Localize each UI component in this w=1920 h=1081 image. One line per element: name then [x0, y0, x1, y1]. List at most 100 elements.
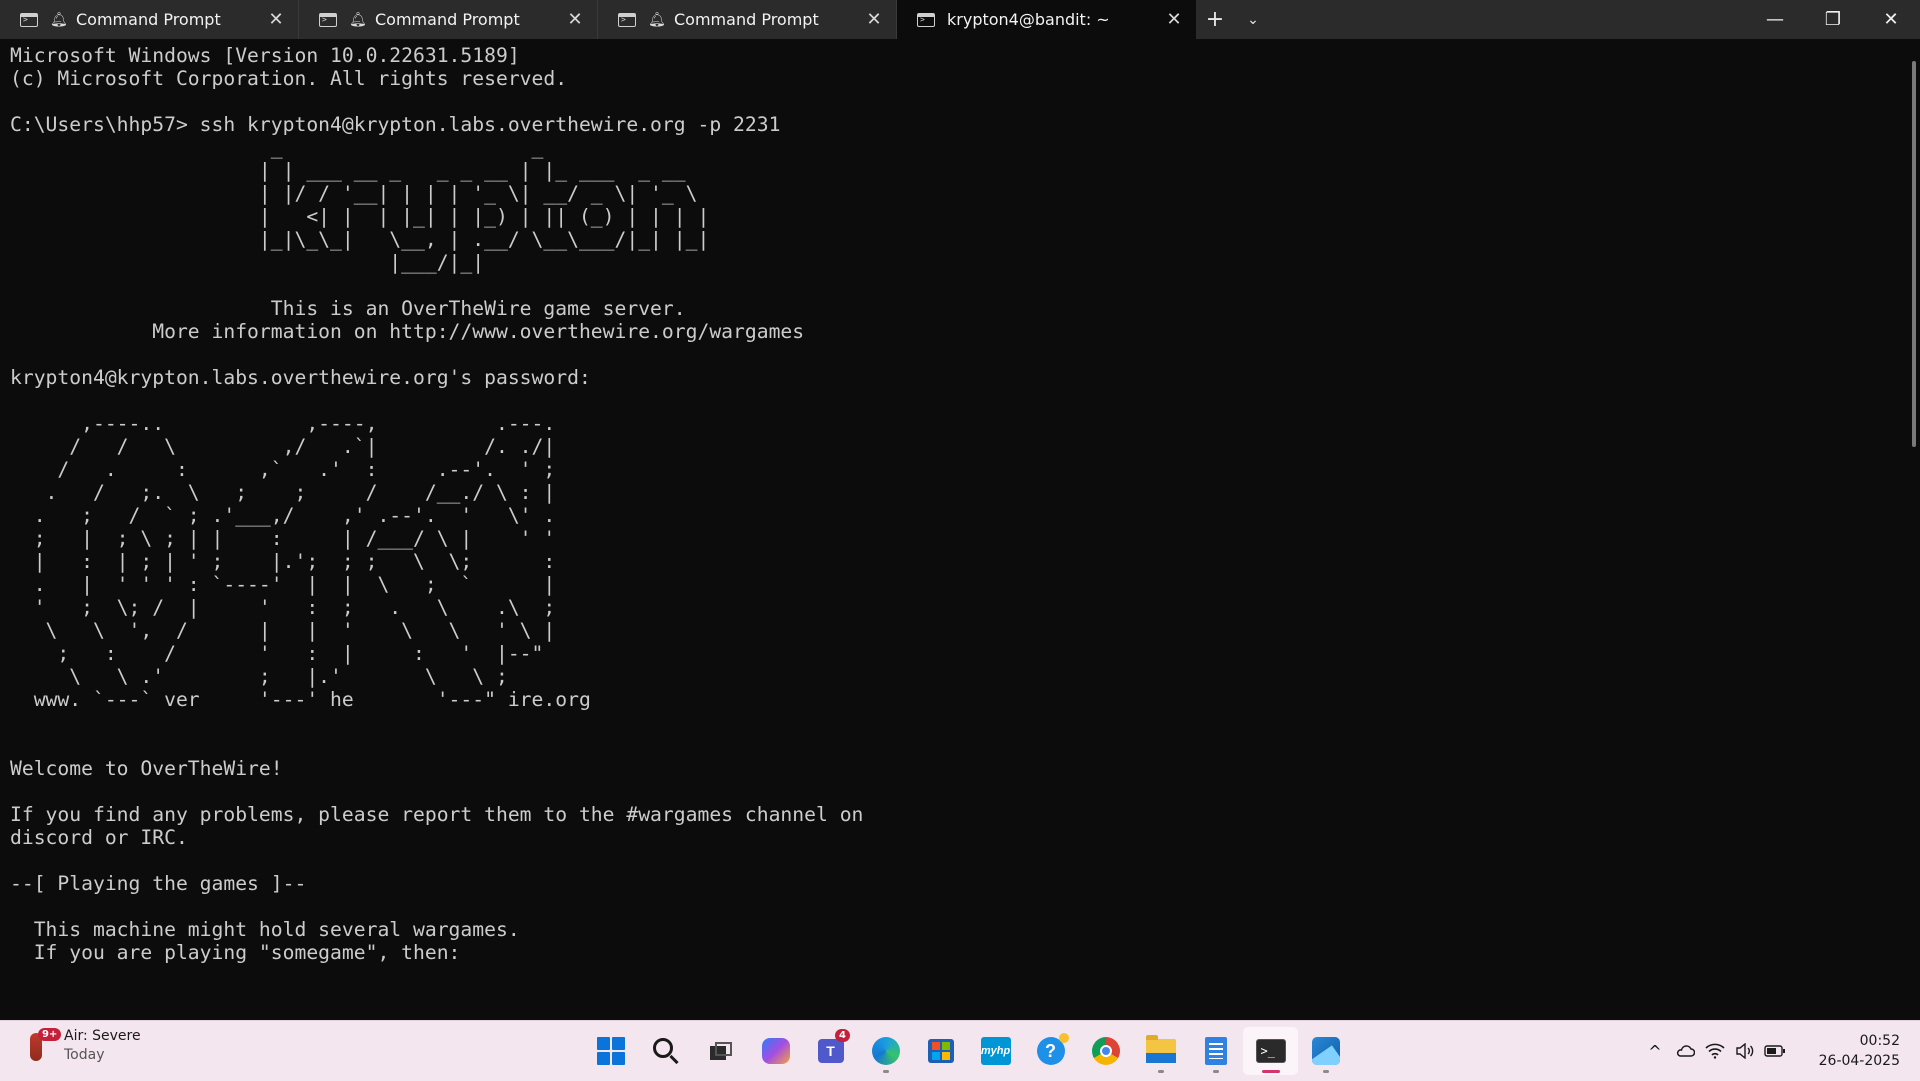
myhp-icon: myhp	[980, 1037, 1011, 1065]
minimize-button[interactable]: —	[1746, 0, 1804, 39]
maximize-button[interactable]: ❐	[1804, 0, 1862, 39]
taskbar-apps: T 4 myhp ? >_	[583, 1027, 1353, 1075]
file-explorer-button[interactable]	[1133, 1027, 1188, 1075]
running-indicator	[1212, 1070, 1219, 1073]
terminal-line: / . : ,` .' : .--'. ' ;	[10, 458, 556, 481]
get-help-button[interactable]: ?	[1023, 1027, 1078, 1075]
terminal-line: www. `---` ver '---' he '---" ire.org	[10, 688, 591, 711]
chrome-icon	[1091, 1037, 1120, 1065]
tab-command-prompt-1[interactable]: 🔔︎ Command Prompt ✕	[0, 0, 299, 39]
onedrive-icon[interactable]	[1670, 1031, 1700, 1071]
terminal-tab-icon	[20, 12, 38, 27]
help-icon: ?	[1036, 1033, 1069, 1065]
terminal-line: |___/|_|	[10, 251, 485, 274]
window-controls: — ❐ ✕	[1746, 0, 1920, 39]
terminal-line: ; : / ' : | : ' |--"	[10, 642, 544, 665]
clock-time: 00:52	[1859, 1033, 1900, 1049]
task-view-icon	[709, 1042, 732, 1060]
windows-icon	[596, 1037, 625, 1065]
terminal-line: C:\Users\hhp57> ssh krypton4@krypton.lab…	[10, 113, 781, 136]
terminal-tab-icon	[618, 12, 636, 27]
terminal-line: This machine might hold several wargames…	[10, 918, 520, 941]
myhp-button[interactable]: myhp	[968, 1027, 1023, 1075]
chevron-up-icon[interactable]: ^	[1640, 1031, 1670, 1071]
battery-icon[interactable]	[1760, 1031, 1790, 1071]
photos-button[interactable]	[1298, 1027, 1353, 1075]
teams-button[interactable]: T 4	[803, 1027, 858, 1075]
photos-icon	[1311, 1037, 1340, 1065]
scrollbar-thumb[interactable]	[1912, 61, 1916, 447]
copilot-icon	[761, 1038, 790, 1064]
task-view-button[interactable]	[693, 1027, 748, 1075]
chrome-button[interactable]	[1078, 1027, 1133, 1075]
close-tab-icon[interactable]: ✕	[563, 9, 587, 30]
terminal-line: discord or IRC.	[10, 826, 188, 849]
terminal-line: \ \ .' ; |.' \ \ ;	[10, 665, 508, 688]
notepad-button[interactable]	[1188, 1027, 1243, 1075]
terminal-line: Welcome to OverTheWire!	[10, 757, 283, 780]
tab-command-prompt-3[interactable]: 🔔︎ Command Prompt ✕	[598, 0, 897, 39]
weather-badge: 9+	[38, 1028, 62, 1041]
title-bar: 🔔︎ Command Prompt ✕ 🔔︎ Command Prompt ✕ …	[0, 0, 1920, 39]
tab-label: Command Prompt	[375, 10, 520, 29]
folder-icon	[1145, 1035, 1176, 1063]
close-tab-icon[interactable]: ✕	[1162, 9, 1186, 30]
active-indicator	[1261, 1070, 1280, 1073]
terminal-line: ' ; \; / | ' : ; . \ .\ ;	[10, 596, 556, 619]
terminal-line: | |/ / '__| | | | '_ \| __/ _ \| '_ \	[10, 182, 698, 205]
running-indicator	[882, 1070, 889, 1073]
terminal-line: If you find any problems, please report …	[10, 803, 864, 826]
terminal-output[interactable]: Microsoft Windows [Version 10.0.22631.51…	[10, 44, 1900, 1020]
bell-icon: 🔔︎	[349, 11, 367, 28]
new-tab-button[interactable]: +	[1196, 0, 1234, 39]
tab-krypton-ssh[interactable]: krypton4@bandit: ~ ✕	[897, 0, 1196, 39]
terminal-line: (c) Microsoft Corporation. All rights re…	[10, 67, 568, 90]
start-button[interactable]	[583, 1027, 638, 1075]
copilot-button[interactable]	[748, 1027, 803, 1075]
edge-button[interactable]	[858, 1027, 913, 1075]
clock[interactable]: 00:52 26-04-2025	[1790, 1031, 1920, 1071]
terminal-line: | : | ; | ' ; |.'; ; ; \ \; :	[10, 550, 556, 573]
terminal-scrollbar[interactable]	[1906, 39, 1920, 1020]
terminal-line: |_|\_\_| \__, | .__/ \__\___/|_| |_|	[10, 228, 710, 251]
terminal-line: Microsoft Windows [Version 10.0.22631.51…	[10, 44, 520, 67]
store-icon	[927, 1039, 954, 1063]
weather-widget[interactable]: 9+ Air: Severe Today	[24, 1027, 141, 1065]
bell-icon: 🔔︎	[648, 11, 666, 28]
terminal-line: | <| | | |_| | |_) | || (_) | | | |	[10, 205, 710, 228]
close-tab-icon[interactable]: ✕	[264, 9, 288, 30]
terminal-line: _ _	[10, 136, 544, 159]
edge-icon	[871, 1037, 900, 1065]
terminal-line: This is an OverTheWire game server.	[10, 297, 686, 320]
terminal-line: If you are playing "somegame", then:	[10, 941, 461, 964]
terminal-line: / / \ ,/ .`| /. ./|	[10, 435, 556, 458]
wifi-icon[interactable]	[1700, 1031, 1730, 1071]
teams-icon: T	[817, 1039, 844, 1063]
tab-dropdown-button[interactable]: ⌄	[1234, 0, 1272, 39]
search-button[interactable]	[638, 1027, 693, 1075]
bell-icon: 🔔︎	[50, 11, 68, 28]
close-window-button[interactable]: ✕	[1862, 0, 1920, 39]
tab-command-prompt-2[interactable]: 🔔︎ Command Prompt ✕	[299, 0, 598, 39]
tab-label: krypton4@bandit: ~	[947, 10, 1110, 29]
taskbar: 9+ Air: Severe Today T 4 myhp ? >_ ^ 00:…	[0, 1020, 1920, 1081]
terminal-line: . / ;. \ ; ; / /__./ \ : |	[10, 481, 556, 504]
terminal-icon: >_	[1255, 1039, 1286, 1063]
terminal-button[interactable]: >_	[1243, 1027, 1298, 1075]
volume-icon[interactable]	[1730, 1031, 1760, 1071]
weather-subtitle: Today	[64, 1047, 105, 1063]
store-button[interactable]	[913, 1027, 968, 1075]
tab-label: Command Prompt	[674, 10, 819, 29]
terminal-line: More information on http://www.overthewi…	[10, 320, 805, 343]
close-tab-icon[interactable]: ✕	[862, 9, 886, 30]
running-indicator	[1322, 1070, 1329, 1073]
clock-date: 26-04-2025	[1818, 1053, 1900, 1069]
running-indicator	[1157, 1070, 1164, 1073]
